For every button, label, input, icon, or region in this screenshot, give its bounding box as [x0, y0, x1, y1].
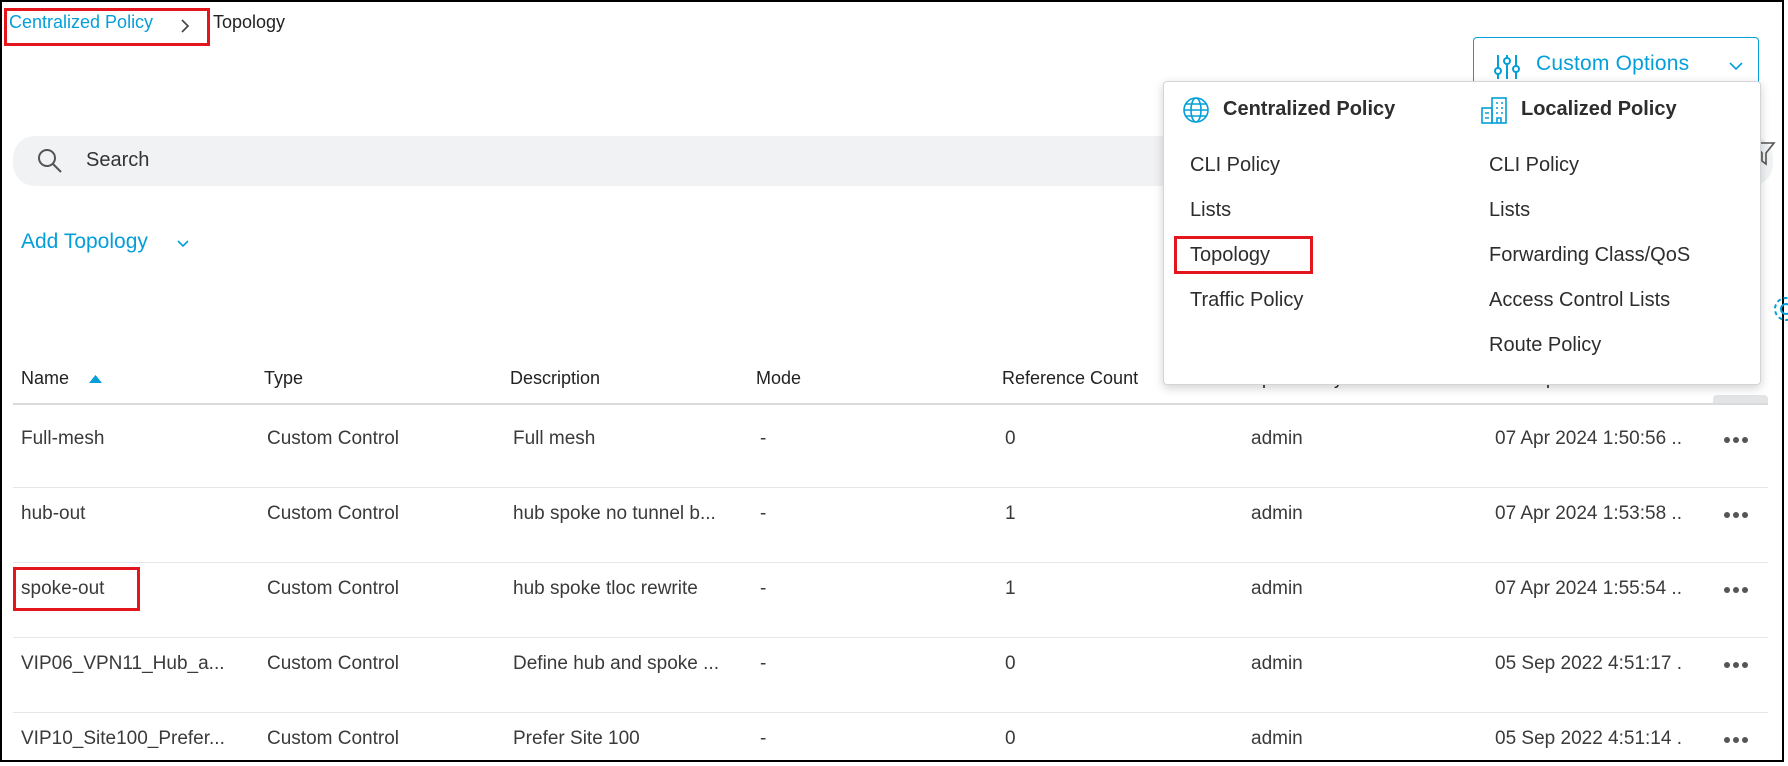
- menu-item-localized-lists[interactable]: Lists: [1489, 199, 1530, 222]
- cell-last-updated: 07 Apr 2024 1:55:54 ..: [1495, 578, 1682, 599]
- cell-last-updated: 05 Sep 2022 4:51:14 .: [1495, 728, 1682, 749]
- cell-reference-count: 0: [1005, 653, 1016, 674]
- cell-type: Custom Control: [267, 653, 399, 674]
- cell-type: Custom Control: [267, 428, 399, 449]
- cell-updated-by: admin: [1251, 503, 1303, 524]
- column-header-reference-count[interactable]: Reference Count: [1002, 368, 1138, 389]
- cell-mode: -: [760, 503, 767, 524]
- cell-reference-count: 0: [1005, 428, 1016, 449]
- row-divider: [13, 712, 1768, 713]
- cell-mode: -: [760, 428, 767, 449]
- menu-heading-localized: Localized Policy: [1521, 98, 1677, 120]
- cell-mode: -: [760, 728, 767, 749]
- search-icon: [38, 149, 62, 173]
- chevron-down-icon[interactable]: [176, 239, 190, 249]
- cell-reference-count: 1: [1005, 503, 1016, 524]
- more-icon[interactable]: [1723, 660, 1749, 670]
- column-header-mode[interactable]: Mode: [756, 368, 801, 389]
- cell-last-updated: 05 Sep 2022 4:51:17 .: [1495, 653, 1682, 674]
- cell-description: hub spoke no tunnel b...: [513, 503, 716, 524]
- column-header-name[interactable]: Name: [21, 368, 69, 389]
- cell-reference-count: 1: [1005, 578, 1016, 599]
- cell-mode: -: [760, 578, 767, 599]
- cell-updated-by: admin: [1251, 728, 1303, 749]
- globe-icon: [1183, 97, 1209, 123]
- building-icon: [1481, 97, 1507, 124]
- cell-last-updated: 07 Apr 2024 1:53:58 ..: [1495, 503, 1682, 524]
- custom-options-label: Custom Options: [1536, 52, 1690, 75]
- cell-type: Custom Control: [267, 503, 399, 524]
- sort-asc-icon[interactable]: [89, 375, 102, 383]
- column-header-type[interactable]: Type: [264, 368, 303, 389]
- menu-item-centralized-traffic-policy[interactable]: Traffic Policy: [1190, 289, 1303, 312]
- more-icon[interactable]: [1723, 435, 1749, 445]
- cell-mode: -: [760, 653, 767, 674]
- cell-updated-by: admin: [1251, 578, 1303, 599]
- menu-item-route-policy[interactable]: Route Policy: [1489, 334, 1601, 357]
- cell-updated-by: admin: [1251, 428, 1303, 449]
- more-icon[interactable]: [1723, 510, 1749, 520]
- gear-icon[interactable]: [1768, 294, 1788, 324]
- row-divider: [13, 637, 1768, 638]
- cell-type: Custom Control: [267, 578, 399, 599]
- cell-type: Custom Control: [267, 728, 399, 749]
- cell-name: Full-mesh: [21, 428, 105, 449]
- cell-name: VIP06_VPN11_Hub_a...: [21, 653, 225, 674]
- more-icon[interactable]: [1723, 735, 1749, 745]
- header-divider: [13, 403, 1768, 405]
- cell-description: hub spoke tloc rewrite: [513, 578, 698, 599]
- sliders-icon: [1494, 55, 1520, 79]
- breadcrumb-current: Topology: [213, 12, 286, 32]
- menu-item-forwarding-class-qos[interactable]: Forwarding Class/QoS: [1489, 244, 1690, 267]
- menu-item-centralized-cli-policy[interactable]: CLI Policy: [1190, 154, 1280, 177]
- row-divider: [13, 487, 1768, 488]
- breadcrumb-centralized-policy[interactable]: Centralized Policy: [9, 12, 153, 33]
- cell-name: spoke-out: [21, 578, 105, 599]
- custom-options-menu: Centralized Policy Localized Policy CLI …: [1163, 81, 1761, 385]
- cell-name: VIP10_Site100_Prefer...: [21, 728, 225, 749]
- column-header-description[interactable]: Description: [510, 368, 600, 389]
- more-icon[interactable]: [1723, 585, 1749, 595]
- chevron-right-icon: [181, 19, 190, 33]
- menu-item-localized-cli-policy[interactable]: CLI Policy: [1489, 154, 1579, 177]
- cell-description: Prefer Site 100: [513, 728, 640, 749]
- cell-description: Define hub and spoke ...: [513, 653, 719, 674]
- cell-last-updated: 07 Apr 2024 1:50:56 ..: [1495, 428, 1682, 449]
- cell-name: hub-out: [21, 503, 86, 524]
- chevron-down-icon: [1729, 62, 1743, 71]
- search-placeholder: Search: [86, 149, 150, 171]
- menu-heading-centralized: Centralized Policy: [1223, 98, 1396, 120]
- cell-updated-by: admin: [1251, 653, 1303, 674]
- menu-item-access-control-lists[interactable]: Access Control Lists: [1489, 289, 1670, 312]
- menu-item-centralized-topology[interactable]: Topology: [1190, 244, 1270, 267]
- row-divider: [13, 562, 1768, 563]
- add-topology-button[interactable]: Add Topology: [21, 230, 148, 254]
- menu-item-centralized-lists[interactable]: Lists: [1190, 199, 1231, 222]
- cell-reference-count: 0: [1005, 728, 1016, 749]
- cell-description: Full mesh: [513, 428, 596, 449]
